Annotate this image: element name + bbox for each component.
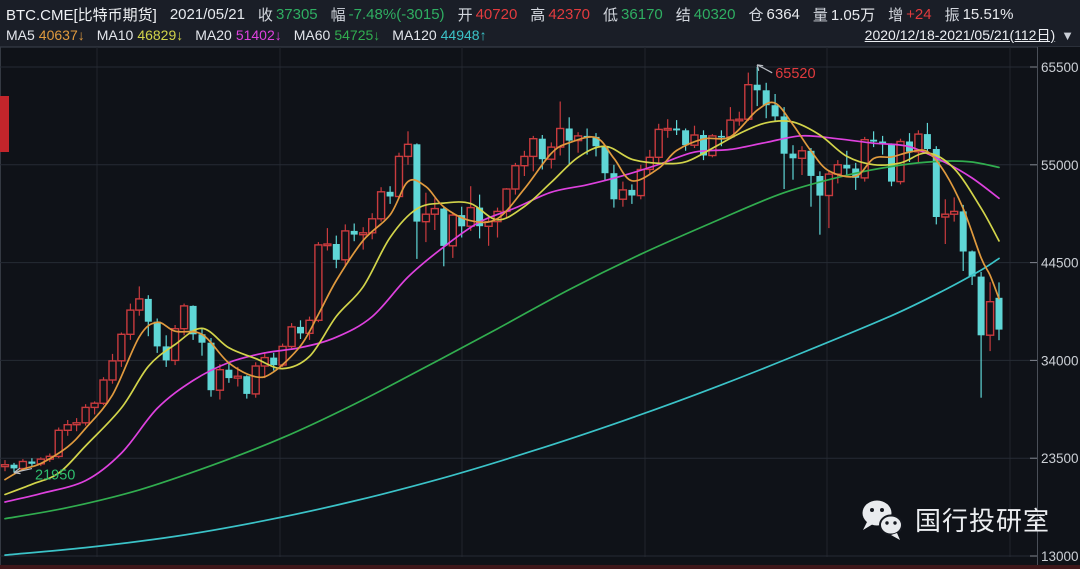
watermark-text: 国行投研室 [915, 501, 1050, 538]
quote-field-仓: 仓6364 [749, 4, 800, 25]
watermark: 国行投研室 [860, 494, 1050, 544]
field-label: 结 [676, 4, 691, 25]
ma-value: 46829↓ [137, 27, 183, 43]
ma-items: MA540637↓MA1046829↓MA2051402↓MA6054725↓M… [6, 27, 487, 43]
candles [2, 67, 1003, 473]
ma-item-ma10: MA1046829↓ [97, 27, 184, 43]
field-label: 增 [888, 4, 903, 25]
field-label: 仓 [749, 4, 764, 25]
ma-item-ma20: MA2051402↓ [195, 27, 282, 43]
field-value: -7.48%(-3015) [349, 6, 445, 23]
ma-item-ma120: MA120 44948↑ [392, 27, 486, 43]
quote-field-结: 结40320 [676, 4, 736, 25]
field-value: 42370 [548, 6, 590, 23]
field-label: 高 [530, 4, 545, 25]
svg-text:34000: 34000 [1041, 353, 1079, 368]
quote-field-幅: 幅-7.48%(-3015) [331, 4, 445, 25]
ma-label: MA5 [6, 27, 35, 43]
ma-line-ma120 [5, 258, 999, 555]
left-edge-marker [0, 96, 9, 152]
quote-field-量: 量1.05万 [813, 4, 875, 25]
ma-value: 51402↓ [236, 27, 282, 43]
field-value: 15.51% [963, 6, 1014, 23]
ma-label: MA20 [195, 27, 232, 43]
quote-field-振: 振15.51% [945, 4, 1014, 25]
field-value: 1.05万 [831, 4, 875, 25]
ma-value: 40637↓ [39, 27, 85, 43]
field-value: 37305 [276, 6, 318, 23]
svg-text:44500: 44500 [1041, 256, 1079, 271]
low-price-label: 21950 [35, 468, 75, 484]
date-range-label[interactable]: 2020/12/18-2021/05/21(112日) [865, 25, 1055, 45]
svg-text:55000: 55000 [1041, 158, 1079, 173]
field-value: 40720 [476, 6, 518, 23]
quote-fields: 收37305幅-7.48%(-3015)开40720高42370低36170结4… [258, 4, 1014, 25]
instrument-symbol: BTC.CME[比特币期货] [6, 4, 157, 25]
ma-label: MA10 [97, 27, 134, 43]
quote-field-低: 低36170 [603, 4, 663, 25]
ma-value: 44948↑ [441, 27, 487, 43]
ma-value: 54725↓ [334, 27, 380, 43]
candlestick-chart[interactable]: 65500 55000 44500 34000 23500 13000 65520 21950 [0, 0, 1080, 569]
svg-text:23500: 23500 [1041, 451, 1079, 466]
field-label: 收 [258, 4, 273, 25]
ma-label: MA60 [294, 27, 331, 43]
grid [0, 47, 1037, 569]
quote-title-bar: BTC.CME[比特币期货] 2021/05/21 收37305 幅-7.48%(… [0, 0, 1080, 26]
high-price-label: 65520 [775, 66, 815, 82]
quote-field-高: 高42370 [530, 4, 590, 25]
wechat-icon [860, 494, 906, 544]
field-value: 36170 [621, 6, 663, 23]
bottom-strip [0, 565, 1080, 569]
trading-app-window: 65500 55000 44500 34000 23500 13000 65520 21950… [0, 0, 1080, 569]
field-value: 40320 [694, 6, 736, 23]
ma-line-ma20 [5, 136, 999, 502]
quote-field-增: 增+24 [888, 4, 931, 25]
quote-field-收: 收37305 [258, 4, 318, 25]
field-label: 低 [603, 4, 618, 25]
date-range-selector[interactable]: 2020/12/18-2021/05/21(112日) ▼ [865, 25, 1074, 45]
quote-date: 2021/05/21 [170, 6, 245, 23]
field-value: 6364 [767, 6, 800, 23]
field-label: 振 [945, 4, 960, 25]
field-value: +24 [906, 6, 931, 23]
ma-indicator-bar: MA540637↓MA1046829↓MA2051402↓MA6054725↓M… [0, 24, 1080, 47]
field-label: 量 [813, 4, 828, 25]
y-axis: 65500 55000 44500 34000 23500 13000 [1030, 47, 1079, 569]
price-annotations: 65520 21950 [14, 65, 816, 484]
ma-label: MA120 [392, 27, 436, 43]
svg-text:65500: 65500 [1041, 60, 1079, 75]
quote-field-开: 开40720 [458, 4, 518, 25]
svg-text:13000: 13000 [1041, 549, 1079, 564]
ma-item-ma5: MA540637↓ [6, 27, 85, 43]
ma-line-ma5 [5, 102, 999, 479]
chevron-down-icon[interactable]: ▼ [1061, 29, 1074, 42]
field-label: 幅 [331, 4, 346, 25]
field-label: 开 [458, 4, 473, 25]
ma-item-ma60: MA6054725↓ [294, 27, 381, 43]
